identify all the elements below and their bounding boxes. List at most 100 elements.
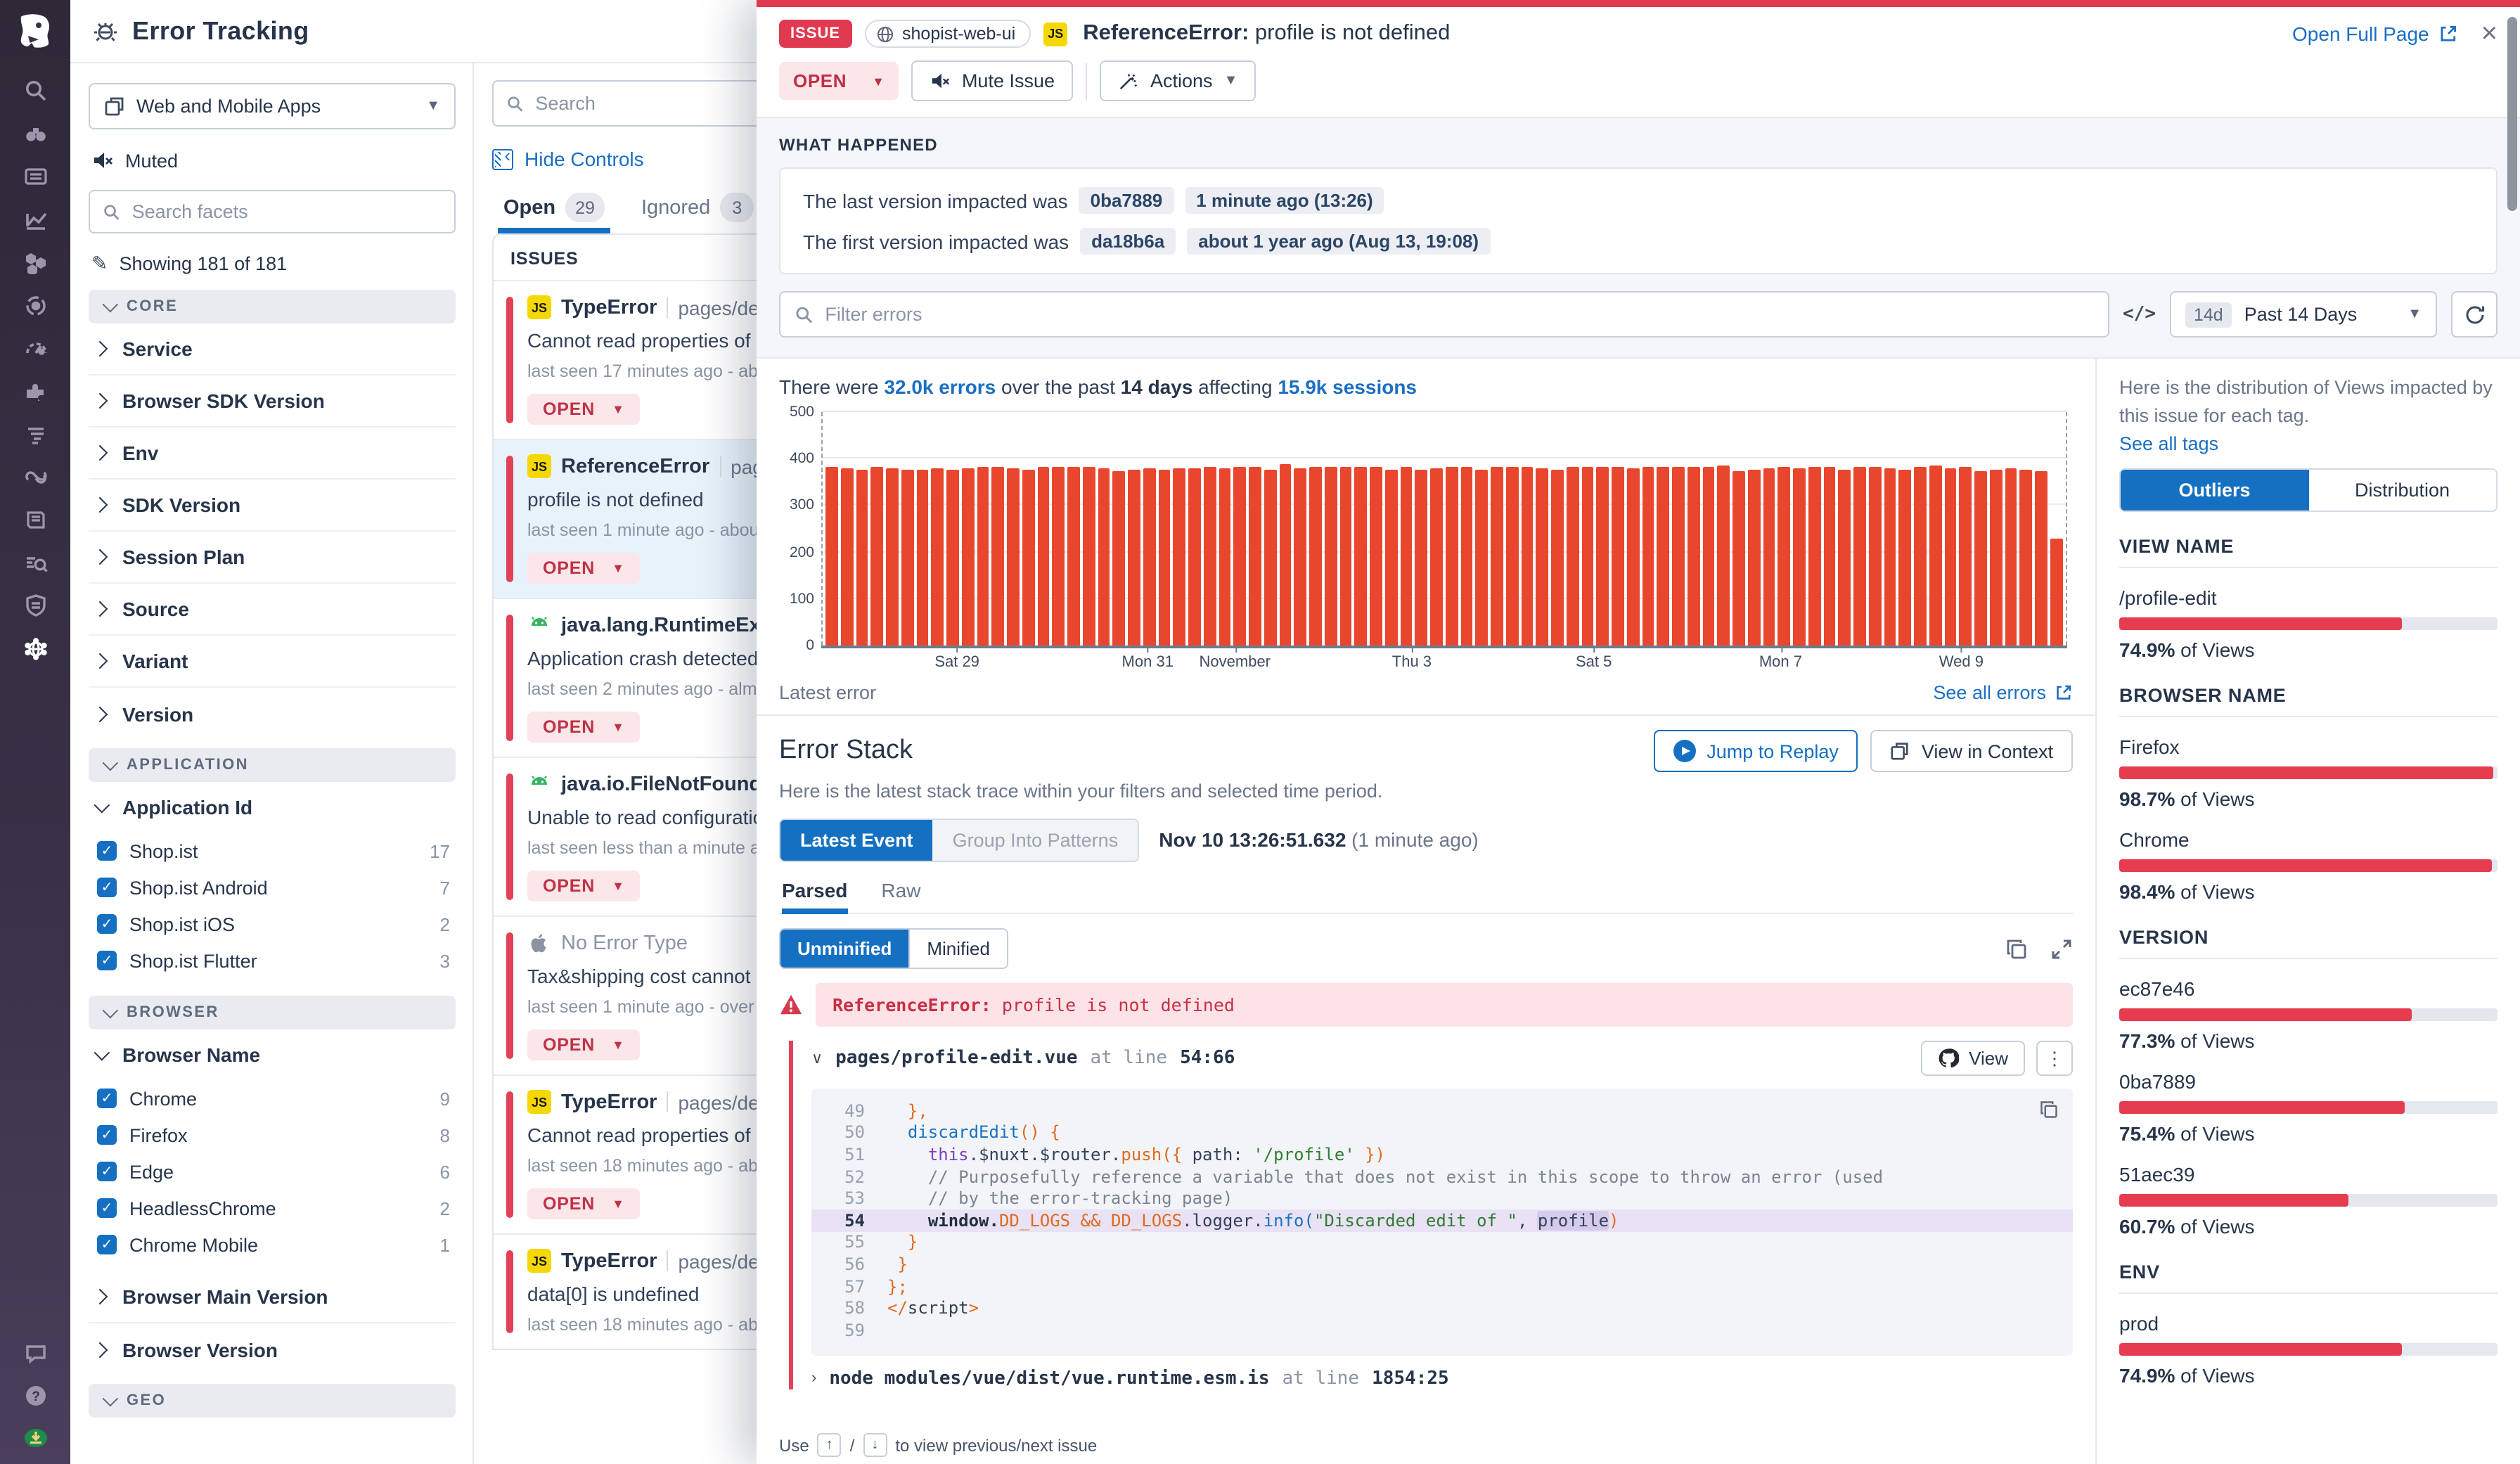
facet-option-shopist[interactable]: ✓Shop.ist17: [89, 833, 456, 869]
facet-option-chrome-mobile[interactable]: ✓Chrome Mobile1: [89, 1226, 456, 1263]
pencil-icon[interactable]: ✎: [91, 252, 108, 276]
latest-event-button[interactable]: Latest Event: [780, 820, 933, 861]
tag-item[interactable]: prod 74.9% of Views: [2119, 1312, 2498, 1387]
chart-plot[interactable]: 0100200300400500: [821, 412, 2067, 646]
issue-status-dropdown[interactable]: OPEN▼: [527, 1188, 640, 1219]
notebooks-icon[interactable]: [23, 508, 47, 532]
security-shield-icon[interactable]: [23, 593, 47, 617]
apm-icon[interactable]: [23, 293, 47, 317]
unminified-button[interactable]: Unminified: [780, 930, 908, 968]
kebab-menu-icon[interactable]: ⋮: [2036, 1041, 2073, 1076]
error-tracking-nav-icon[interactable]: [23, 636, 47, 660]
facet-sdk-version[interactable]: SDK Version: [89, 480, 456, 532]
facet-option-headlesschrome[interactable]: ✓HeadlessChrome2: [89, 1190, 456, 1226]
view-in-context-button[interactable]: View in Context: [1871, 730, 2073, 772]
tag-item[interactable]: ec87e46 77.3% of Views: [2119, 977, 2498, 1052]
minified-button[interactable]: Minified: [908, 930, 1007, 968]
checkbox-checked-icon[interactable]: ✓: [97, 841, 117, 861]
collapsed-stack-frame[interactable]: › node modules/vue/dist/vue.runtime.esm.…: [811, 1368, 2073, 1389]
facet-browser-name[interactable]: Browser Name: [89, 1029, 456, 1080]
facet-option-chrome[interactable]: ✓Chrome9: [89, 1080, 456, 1117]
last-version-time[interactable]: 1 minute ago (13:26): [1185, 187, 1384, 214]
arrow-down-key[interactable]: ↓: [863, 1433, 887, 1457]
watchdog-icon[interactable]: [23, 122, 47, 146]
github-view-button[interactable]: View: [1921, 1041, 2025, 1076]
scope-selector[interactable]: Web and Mobile Apps ▼: [89, 83, 456, 129]
scrollbar-thumb[interactable]: [2507, 17, 2517, 211]
tag-item[interactable]: 51aec39 60.7% of Views: [2119, 1163, 2498, 1238]
facet-application-id[interactable]: Application Id: [89, 782, 456, 833]
facet-option-shopist-flutter[interactable]: ✓Shop.ist Flutter3: [89, 942, 456, 979]
facet-option-edge[interactable]: ✓Edge6: [89, 1153, 456, 1190]
tag-item[interactable]: /profile-edit 74.9% of Views: [2119, 586, 2498, 661]
search-icon[interactable]: [23, 79, 47, 103]
checkbox-checked-icon[interactable]: ✓: [97, 914, 117, 934]
facet-option-shopist-android[interactable]: ✓Shop.ist Android7: [89, 869, 456, 906]
jump-to-replay-button[interactable]: Jump to Replay: [1653, 730, 1858, 772]
facet-group-browser[interactable]: BROWSER: [89, 996, 456, 1029]
integrations-icon[interactable]: [23, 379, 47, 403]
close-icon[interactable]: ×: [2481, 20, 2498, 48]
feedback-icon[interactable]: [23, 1342, 47, 1366]
checkbox-checked-icon[interactable]: ✓: [97, 878, 117, 897]
tab-raw[interactable]: Raw: [881, 879, 920, 913]
issue-status-dropdown[interactable]: OPEN▼: [527, 871, 640, 901]
distribution-tab[interactable]: Distribution: [2308, 470, 2496, 511]
issue-status-dropdown[interactable]: OPEN▼: [527, 712, 640, 743]
checkbox-checked-icon[interactable]: ✓: [97, 951, 117, 970]
query-syntax-toggle[interactable]: </>: [2123, 304, 2156, 325]
mute-issue-button[interactable]: Mute Issue: [911, 60, 1073, 101]
errors-count-link[interactable]: 32.0k errors: [884, 375, 996, 398]
facet-variant[interactable]: Variant: [89, 636, 456, 688]
refresh-button[interactable]: [2451, 291, 2498, 338]
install-icon[interactable]: [23, 1426, 47, 1450]
tag-item[interactable]: Firefox 98.7% of Views: [2119, 736, 2498, 810]
checkbox-checked-icon[interactable]: ✓: [97, 1125, 117, 1145]
datadog-logo-icon[interactable]: [14, 11, 56, 53]
checkbox-checked-icon[interactable]: ✓: [97, 1089, 117, 1108]
facet-source[interactable]: Source: [89, 584, 456, 636]
copy-icon[interactable]: [2005, 937, 2028, 960]
facet-search-input[interactable]: [132, 201, 442, 222]
facet-browser-main-version[interactable]: Browser Main Version: [89, 1271, 456, 1323]
tab-parsed[interactable]: Parsed: [782, 879, 847, 913]
last-version-tag[interactable]: 0ba7889: [1079, 187, 1174, 214]
stack-frame-header[interactable]: ∨ pages/profile-edit.vue at line 54:66 V…: [811, 1041, 2073, 1076]
outliers-tab[interactable]: Outliers: [2121, 470, 2308, 511]
rum-gauge-icon[interactable]: [23, 336, 47, 360]
issue-status-dropdown[interactable]: OPEN▼: [527, 553, 640, 584]
issue-status-dropdown[interactable]: OPEN▼: [527, 1029, 640, 1060]
facet-group-core[interactable]: CORE: [89, 290, 456, 323]
help-icon[interactable]: ?: [23, 1384, 47, 1408]
tab-ignored[interactable]: Ignored 3: [641, 193, 754, 233]
facet-browser-version[interactable]: Browser Version: [89, 1323, 456, 1375]
facet-group-application[interactable]: APPLICATION: [89, 748, 456, 782]
logs-icon[interactable]: [23, 422, 47, 446]
tag-item[interactable]: 0ba7889 75.4% of Views: [2119, 1070, 2498, 1145]
checkbox-checked-icon[interactable]: ✓: [97, 1162, 117, 1181]
ci-link-icon[interactable]: [23, 465, 47, 489]
facet-service[interactable]: Service: [89, 323, 456, 375]
open-full-page-link[interactable]: Open Full Page: [2292, 23, 2459, 45]
issue-status-select[interactable]: OPEN ▼: [779, 62, 899, 100]
facet-browser-sdk-version[interactable]: Browser SDK Version: [89, 375, 456, 428]
first-version-time[interactable]: about 1 year ago (Aug 13, 19:08): [1187, 228, 1490, 255]
copy-icon[interactable]: [2039, 1100, 2059, 1119]
tag-item[interactable]: Chrome 98.4% of Views: [2119, 828, 2498, 903]
checkbox-checked-icon[interactable]: ✓: [97, 1235, 117, 1254]
first-version-tag[interactable]: da18b6a: [1080, 228, 1176, 255]
facet-session-plan[interactable]: Session Plan: [89, 532, 456, 584]
facet-option-shopist-ios[interactable]: ✓Shop.ist iOS2: [89, 906, 456, 942]
facet-group-geo[interactable]: GEO: [89, 1384, 456, 1418]
dashboards-icon[interactable]: [23, 165, 47, 188]
filter-errors-input[interactable]: [825, 304, 2093, 325]
service-pill[interactable]: shopist-web-ui: [864, 20, 1031, 48]
sessions-count-link[interactable]: 15.9k sessions: [1278, 375, 1417, 398]
muted-filter[interactable]: Muted: [91, 149, 453, 172]
checkbox-checked-icon[interactable]: ✓: [97, 1198, 117, 1218]
infrastructure-icon[interactable]: [23, 250, 47, 274]
tab-open[interactable]: Open 29: [503, 193, 605, 233]
time-range-select[interactable]: 14d Past 14 Days ▼: [2170, 291, 2437, 338]
facet-version[interactable]: Version: [89, 688, 456, 740]
facet-option-firefox[interactable]: ✓Firefox8: [89, 1117, 456, 1153]
